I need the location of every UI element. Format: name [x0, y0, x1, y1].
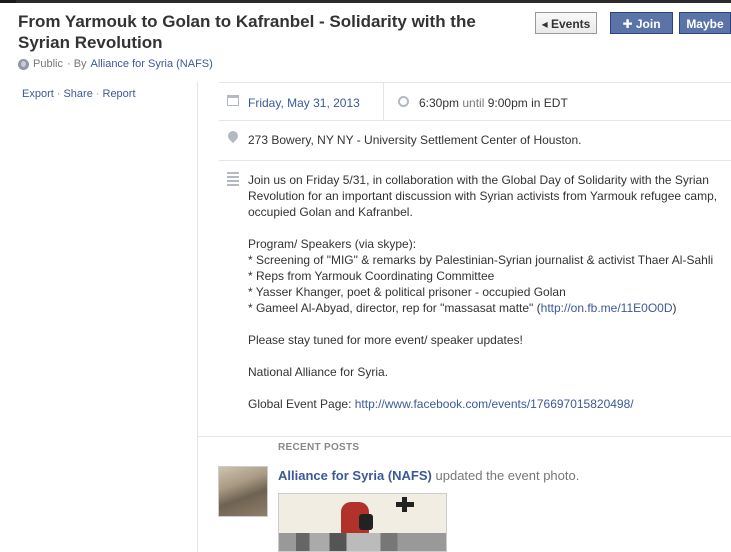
clock-icon	[398, 96, 409, 107]
divider	[219, 120, 731, 121]
maybe-button-label: Maybe	[686, 17, 724, 31]
description-intro: Join us on Friday 5/31, in collaboration…	[248, 173, 721, 219]
event-photo[interactable]	[278, 493, 447, 552]
maybe-button[interactable]: Maybe	[679, 12, 731, 34]
end-time: 9:00pm	[487, 96, 528, 110]
export-link[interactable]: Export	[22, 88, 54, 100]
until-label: until	[462, 96, 485, 110]
fist-graphic	[359, 514, 373, 530]
post-summary: Alliance for Syria (NAFS) updated the ev…	[278, 468, 579, 483]
side-links: Export · Share · Report	[22, 88, 136, 100]
national-text: National Alliance for Syria.	[248, 365, 389, 379]
join-button[interactable]: ✚ Join	[610, 12, 673, 34]
add-user-icon: ✚	[622, 17, 633, 31]
global-event-link[interactable]: http://www.facebook.com/events/176697015…	[355, 397, 634, 411]
stay-tuned-text: Please stay tuned for more event/ speake…	[248, 333, 523, 347]
program-item: * Reps from Yarmouk Coordinating Committ…	[248, 269, 495, 283]
event-time: 6:30pm until 9:00pm in EDT	[419, 96, 568, 110]
events-button[interactable]: ◂ Events	[535, 12, 597, 34]
program-item: * Screening of "MIG" & remarks by Palest…	[248, 253, 714, 267]
column-divider	[197, 82, 198, 552]
plane-graphic	[396, 497, 414, 512]
program-link[interactable]: http://on.fb.me/11E0O0D	[541, 301, 673, 315]
by-label: · By	[66, 58, 87, 70]
event-description: Join us on Friday 5/31, in collaboration…	[248, 172, 728, 412]
global-label: Global Event Page:	[248, 397, 352, 411]
author-avatar[interactable]	[218, 466, 268, 517]
host-link[interactable]: Alliance for Syria (NAFS)	[91, 58, 213, 70]
recent-posts-heading: RECENT POSTS	[278, 442, 360, 453]
program-heading: Program/ Speakers (via skype):	[248, 237, 417, 251]
event-date[interactable]: Friday, May 31, 2013	[248, 96, 360, 110]
top-bar	[0, 0, 731, 3]
ruins-graphic	[279, 533, 446, 551]
program-item: * Yasser Khanger, poet & political priso…	[248, 285, 566, 299]
divider	[219, 82, 731, 83]
privacy-label: Public	[33, 58, 63, 70]
program-link-close: )	[672, 301, 677, 315]
report-link[interactable]: Report	[103, 88, 136, 100]
post-author-link[interactable]: Alliance for Syria (NAFS)	[278, 468, 432, 483]
divider	[197, 436, 731, 437]
divider	[219, 160, 731, 161]
details-icon	[227, 172, 239, 188]
share-link[interactable]: Share	[63, 88, 92, 100]
globe-icon	[18, 58, 29, 70]
event-title: From Yarmouk to Golan to Kafranbel - Sol…	[18, 12, 476, 52]
timezone-label: in EDT	[531, 96, 568, 110]
program-item: * Gameel Al-Abyad, director, rep for "ma…	[248, 301, 541, 315]
events-button-label: Events	[551, 17, 591, 31]
start-time: 6:30pm	[419, 96, 460, 110]
calendar-icon	[227, 95, 239, 106]
chevron-left-icon: ◂	[541, 17, 548, 31]
join-button-label: Join	[635, 17, 661, 31]
location-pin-icon	[225, 128, 241, 144]
divider	[383, 82, 384, 120]
event-meta: Public · By Alliance for Syria (NAFS)	[18, 58, 213, 70]
post-action: updated the event photo.	[435, 468, 580, 483]
event-address: 273 Bowery, NY NY - University Settlemen…	[248, 133, 582, 147]
